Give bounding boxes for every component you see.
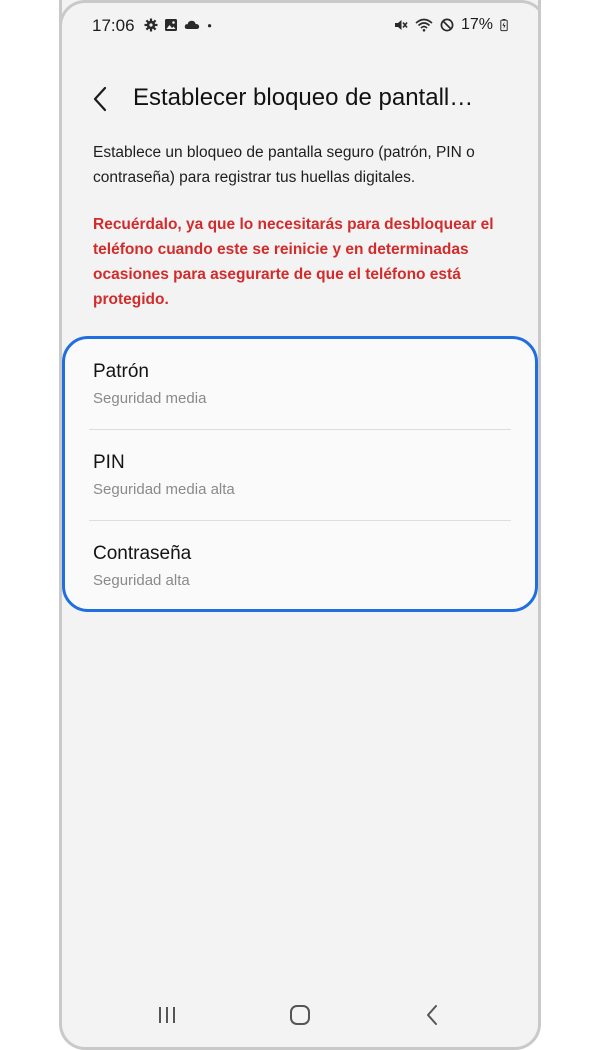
status-left-icons <box>144 18 216 32</box>
status-bar: 17:06 17% <box>62 0 538 52</box>
warning-text: Recuérdalo, ya que lo necesitarás para d… <box>93 216 494 308</box>
status-time: 17:06 <box>92 16 135 35</box>
phone-frame: 17:06 17% Establecer bloqueo de pantall…… <box>59 0 541 1050</box>
wifi-icon <box>415 18 433 32</box>
recents-icon[interactable] <box>152 1001 182 1029</box>
option-subtitle: Seguridad media <box>93 390 207 407</box>
option-title: Patrón <box>93 361 149 382</box>
option-title: PIN <box>93 452 125 473</box>
dot-icon <box>207 24 212 28</box>
back-nav-icon[interactable] <box>418 1001 448 1029</box>
navigation-bar <box>62 995 538 1035</box>
page-title: Establecer bloqueo de pantall… <box>133 84 474 111</box>
option-pin[interactable]: PIN Seguridad media alta <box>65 430 535 521</box>
app-header: Establecer bloqueo de pantall… <box>62 78 538 122</box>
gear-icon <box>144 18 158 32</box>
home-icon[interactable] <box>285 1001 315 1029</box>
back-arrow-icon[interactable] <box>90 84 110 114</box>
cloud-icon <box>184 20 200 29</box>
option-subtitle: Seguridad alta <box>93 572 190 589</box>
battery-percentage: 17% <box>460 16 493 33</box>
option-title: Contraseña <box>93 543 192 564</box>
description-text: Establece un bloqueo de pantalla seguro … <box>93 144 475 186</box>
dnd-icon <box>440 18 454 32</box>
image-icon <box>165 19 177 31</box>
mute-icon <box>394 20 408 30</box>
battery-icon <box>500 19 508 32</box>
option-pattern[interactable]: Patrón Seguridad media <box>65 339 535 430</box>
lock-options-card: Patrón Seguridad media PIN Seguridad med… <box>62 336 538 612</box>
option-subtitle: Seguridad media alta <box>93 481 235 498</box>
option-password[interactable]: Contraseña Seguridad alta <box>65 521 535 612</box>
status-right-icons: 17% <box>394 16 508 34</box>
